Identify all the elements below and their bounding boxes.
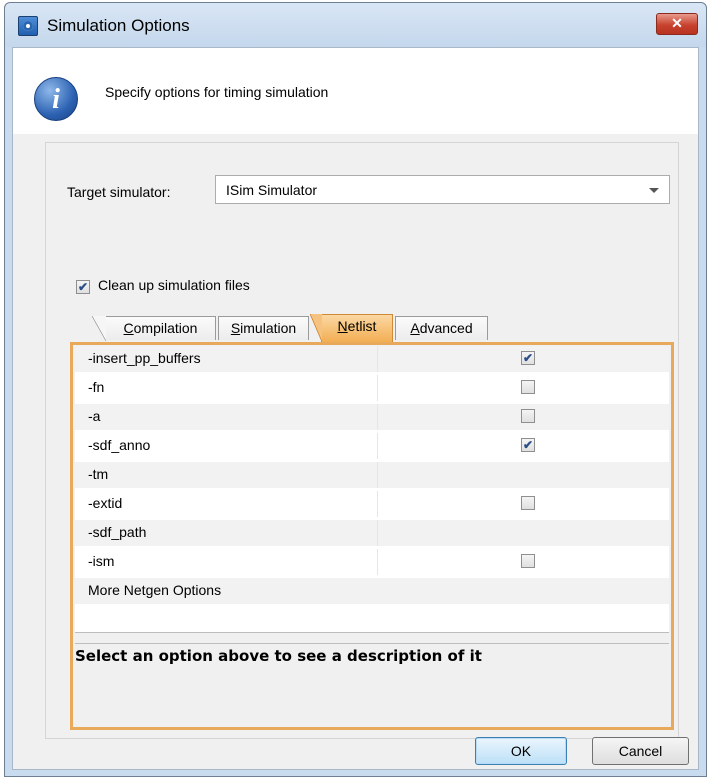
tab-strip: Compilation Simulation Netlist Advanced (46, 314, 678, 342)
ok-button[interactable]: OK (475, 737, 567, 765)
chevron-down-icon (649, 188, 659, 193)
option-checkbox[interactable] (521, 496, 535, 510)
table-row[interactable]: -extid (75, 491, 669, 517)
description-text: Select an option above to see a descript… (75, 647, 482, 665)
column-divider (377, 433, 378, 459)
option-name: -fn (88, 379, 105, 395)
option-name: -ism (88, 553, 115, 569)
option-checkbox[interactable] (521, 409, 535, 423)
option-checkbox[interactable]: ✔ (521, 351, 535, 365)
option-name: -sdf_anno (88, 437, 151, 453)
column-divider (377, 549, 378, 575)
table-row[interactable]: More Netgen Options (75, 578, 669, 604)
app-icon (18, 16, 38, 36)
option-checkbox[interactable]: ✔ (521, 438, 535, 452)
table-row[interactable]: -fn (75, 375, 669, 401)
cancel-button[interactable]: Cancel (592, 737, 689, 765)
options-table: -insert_pp_buffers ✔ -fn -a -sdf_anno ✔ -tm -ex… (75, 346, 669, 633)
dialog-body: i Specify options for timing simulation … (12, 47, 699, 770)
target-simulator-value: ISim Simulator (226, 182, 318, 198)
table-row[interactable]: -sdf_path (75, 520, 669, 546)
column-divider (377, 491, 378, 517)
cleanup-checkbox[interactable]: ✔ (76, 280, 90, 294)
target-simulator-label: Target simulator: (67, 184, 171, 200)
option-name: -a (88, 408, 101, 424)
option-name: -tm (88, 466, 109, 482)
tab-netlist[interactable]: Netlist (310, 314, 393, 342)
table-row[interactable]: -a (75, 404, 669, 430)
tab-simulation[interactable]: Simulation (218, 316, 309, 340)
option-checkbox[interactable] (521, 380, 535, 394)
option-name: More Netgen Options (88, 582, 222, 598)
header-strip: i Specify options for timing simulation (13, 48, 698, 134)
table-row[interactable]: -sdf_anno ✔ (75, 433, 669, 459)
option-checkbox[interactable] (521, 554, 535, 568)
column-divider (377, 462, 378, 488)
table-row[interactable]: -ism (75, 549, 669, 575)
tab-compilation[interactable]: Compilation (92, 316, 216, 341)
header-text: Specify options for timing simulation (105, 84, 329, 100)
cleanup-label[interactable]: Clean up simulation files (98, 277, 250, 293)
dialog-window: Simulation Options ✕ i Specify options f… (4, 2, 707, 777)
option-name: -insert_pp_buffers (88, 350, 201, 366)
column-divider (377, 346, 378, 372)
info-icon: i (34, 77, 78, 121)
column-divider (377, 404, 378, 430)
description-area: Select an option above to see a descript… (75, 643, 669, 725)
table-row[interactable]: -insert_pp_buffers ✔ (75, 346, 669, 372)
option-name: -extid (88, 495, 123, 511)
options-group: Target simulator: ISim Simulator ✔ Clean… (45, 142, 679, 739)
table-row[interactable]: -tm (75, 462, 669, 488)
target-simulator-select[interactable]: ISim Simulator (215, 175, 670, 204)
column-divider (377, 375, 378, 401)
window-title: Simulation Options (47, 16, 190, 35)
netlist-panel: -insert_pp_buffers ✔ -fn -a -sdf_anno ✔ -tm -ex… (70, 342, 674, 730)
title-bar[interactable]: Simulation Options ✕ (5, 3, 706, 47)
close-button[interactable]: ✕ (656, 13, 698, 35)
column-divider (377, 520, 378, 546)
option-name: -sdf_path (88, 524, 147, 540)
tab-advanced[interactable]: Advanced (395, 316, 488, 340)
